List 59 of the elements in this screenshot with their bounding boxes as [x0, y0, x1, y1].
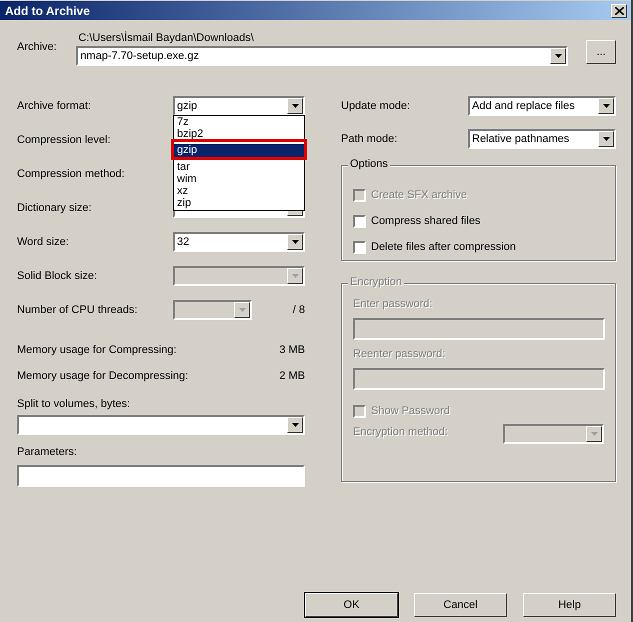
dialog-button[interactable]: Cancel	[414, 593, 507, 617]
format-option[interactable]: wim	[174, 173, 304, 185]
field-label: Update mode:	[341, 100, 412, 112]
dropdown-field[interactable]: Add and replace files	[468, 96, 616, 116]
field-label: Dictionary size:	[17, 202, 93, 214]
dropdown-icon	[550, 48, 566, 64]
field-label: Enter password:	[353, 298, 434, 312]
checkbox-label: Delete files after compression	[371, 241, 516, 253]
thread-count: / 8	[292, 304, 305, 316]
dropdown-field[interactable]: 32	[173, 232, 305, 252]
field-label: Reenter password:	[353, 348, 446, 362]
dialog-button[interactable]: Help	[523, 593, 616, 617]
checkbox[interactable]	[353, 240, 366, 254]
format-option[interactable]: bzip2	[174, 128, 304, 140]
parameters-field[interactable]	[17, 465, 305, 487]
group-title: Options	[348, 158, 390, 170]
dropdown-icon	[598, 98, 614, 114]
dropdown-icon	[586, 426, 602, 442]
field-label: Split to volumes, bytes:	[17, 398, 132, 410]
checkbox-label: Compress shared files	[371, 215, 480, 227]
format-option[interactable]: 7z	[174, 116, 304, 128]
format-option[interactable]: gzip	[174, 144, 304, 157]
dropdown-icon	[234, 302, 250, 318]
field-label: Compression level:	[17, 134, 112, 146]
memory-value: 3 MB	[279, 344, 305, 356]
dropdown-icon	[287, 417, 303, 433]
field-label: Parameters:	[17, 446, 78, 458]
field-label: Solid Block size:	[17, 270, 98, 282]
dropdown-icon	[287, 268, 303, 284]
memory-value: 2 MB	[279, 370, 305, 382]
dropdown-field[interactable]: Relative pathnames	[468, 128, 616, 148]
dropdown-icon	[598, 130, 614, 146]
close-icon	[614, 6, 624, 14]
format-option[interactable]: xz	[174, 185, 304, 197]
format-option[interactable]: tar	[174, 161, 304, 173]
group-title: Encryption	[348, 276, 404, 288]
archive-name: nmap-7.70-setup.exe.gz	[79, 50, 199, 62]
field-label: Path mode:	[341, 132, 398, 144]
field-label: Word size:	[17, 236, 70, 248]
dialog-button[interactable]: OK	[305, 593, 398, 617]
checkbox[interactable]	[353, 214, 366, 228]
archive-combo[interactable]: nmap-7.70-setup.exe.gz	[76, 46, 568, 66]
close-button[interactable]	[611, 4, 627, 18]
dropdown-field[interactable]: gzip	[173, 96, 305, 116]
archive-path: C:\Users\İsmail Baydan\Downloads\	[78, 32, 255, 46]
archive-label: Archive:	[17, 41, 58, 53]
checkbox-label: Show Password	[371, 405, 450, 417]
dropdown-icon	[287, 234, 303, 250]
browse-button[interactable]: ...	[586, 40, 616, 64]
field-label: Memory usage for Compressing:	[17, 344, 177, 356]
checkbox-label: Create SFX archive	[371, 189, 467, 201]
format-option[interactable]: zip	[174, 197, 304, 209]
field-label: Compression method:	[17, 168, 126, 180]
field-label: Archive format:	[17, 100, 92, 112]
field-label: Memory usage for Decompressing:	[17, 370, 188, 382]
window-title: Add to Archive	[5, 4, 90, 18]
field-label: Encryption method:	[353, 426, 448, 440]
split-dropdown[interactable]	[17, 415, 305, 435]
field-label: Number of CPU threads:	[17, 304, 138, 316]
